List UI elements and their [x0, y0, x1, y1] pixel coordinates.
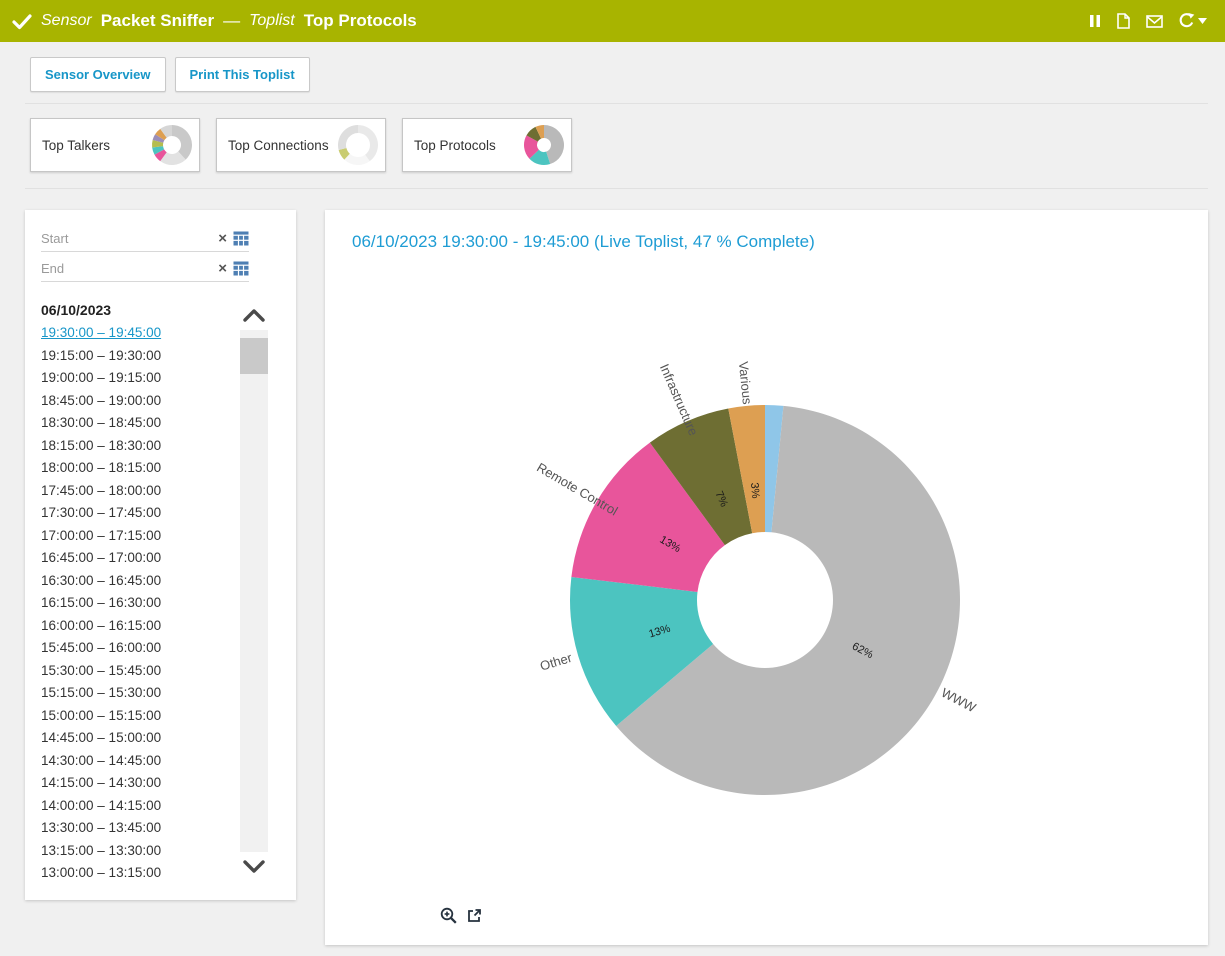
- pie-thumbnail-icon: [151, 124, 193, 166]
- end-calendar-icon[interactable]: [233, 261, 249, 276]
- time-range-item[interactable]: 18:00:00 – 18:15:00: [41, 457, 231, 480]
- start-date-field: ×: [41, 226, 249, 252]
- time-range-item[interactable]: 16:45:00 – 17:00:00: [41, 547, 231, 570]
- open-in-new-window-icon[interactable]: [467, 908, 482, 923]
- time-filter-panel: × × 06/10/2023 19:30:00 – 19:45:0019:15:…: [25, 210, 296, 900]
- time-range-item[interactable]: 14:15:00 – 14:30:00: [41, 772, 231, 795]
- time-range-item[interactable]: 17:45:00 – 18:00:00: [41, 480, 231, 503]
- toolbar: Sensor Overview Print This Toplist: [30, 57, 310, 92]
- scrollbar-down-button[interactable]: [240, 852, 268, 882]
- tab-top-connections[interactable]: Top Connections: [216, 118, 386, 172]
- page: Sensor Packet Sniffer — Toplist Top Prot…: [0, 0, 1225, 956]
- time-range-item[interactable]: 13:30:00 – 13:45:00: [41, 817, 231, 840]
- chevron-up-icon: [243, 308, 265, 322]
- time-range-item[interactable]: 18:45:00 – 19:00:00: [41, 390, 231, 413]
- tab-label: Top Talkers: [42, 138, 110, 153]
- donut-slice: [358, 125, 378, 161]
- header-actions: [1089, 13, 1207, 29]
- time-range-list: 19:30:00 – 19:45:0019:15:00 – 19:30:0019…: [41, 322, 231, 885]
- time-range-item[interactable]: 15:45:00 – 16:00:00: [41, 637, 231, 660]
- time-range-item[interactable]: 14:45:00 – 15:00:00: [41, 727, 231, 750]
- time-range-item[interactable]: 18:15:00 – 18:30:00: [41, 435, 231, 458]
- divider: [25, 188, 1208, 189]
- donut-slice: [338, 125, 358, 150]
- breadcrumb: Sensor Packet Sniffer — Toplist Top Prot…: [12, 11, 417, 31]
- slice-name-label: Various: [736, 361, 755, 406]
- tab-top-talkers[interactable]: Top Talkers: [30, 118, 200, 172]
- time-range-item[interactable]: 16:00:00 – 16:15:00: [41, 615, 231, 638]
- clear-start-icon[interactable]: ×: [212, 231, 233, 246]
- breadcrumb-separator: —: [223, 11, 240, 31]
- time-range-item[interactable]: 13:00:00 – 13:15:00: [41, 862, 231, 885]
- time-range-item[interactable]: 15:15:00 – 15:30:00: [41, 682, 231, 705]
- end-date-input[interactable]: [41, 261, 212, 276]
- date-heading: 06/10/2023: [41, 302, 111, 318]
- pie-thumbnail-icon: [523, 124, 565, 166]
- time-range-item[interactable]: 16:30:00 – 16:45:00: [41, 570, 231, 593]
- zoom-chart-icon[interactable]: [440, 907, 457, 924]
- end-date-field: ×: [41, 256, 249, 282]
- time-range-item[interactable]: 18:30:00 – 18:45:00: [41, 412, 231, 435]
- chart-title: 06/10/2023 19:30:00 - 19:45:00 (Live Top…: [352, 232, 815, 252]
- protocol-donut-chart: 62%WWW13%Other13%Remote Control7%Infrast…: [325, 265, 1208, 895]
- scrollbar-track[interactable]: [240, 330, 268, 852]
- toplist-chart-panel: 06/10/2023 19:30:00 - 19:45:00 (Live Top…: [325, 210, 1208, 945]
- caret-down-icon: [1198, 18, 1207, 24]
- start-calendar-icon[interactable]: [233, 231, 249, 246]
- time-range-item[interactable]: 13:15:00 – 13:30:00: [41, 840, 231, 863]
- time-range-item[interactable]: 17:00:00 – 17:15:00: [41, 525, 231, 548]
- pie-thumbnail-icon: [337, 124, 379, 166]
- report-icon[interactable]: [1116, 13, 1131, 29]
- clear-end-icon[interactable]: ×: [212, 261, 233, 276]
- sensor-overview-button[interactable]: Sensor Overview: [30, 57, 166, 92]
- sensor-name[interactable]: Packet Sniffer: [101, 11, 214, 31]
- time-list-scrollbar: [240, 300, 268, 882]
- time-range-item[interactable]: 19:00:00 – 19:15:00: [41, 367, 231, 390]
- slice-name-label: WWW: [939, 685, 979, 716]
- pause-icon[interactable]: [1089, 14, 1101, 28]
- breadcrumb-toplist-label: Toplist: [249, 12, 295, 30]
- chevron-down-icon: [243, 860, 265, 874]
- time-range-item[interactable]: 19:15:00 – 19:30:00: [41, 345, 231, 368]
- tab-top-protocols[interactable]: Top Protocols: [402, 118, 572, 172]
- email-icon[interactable]: [1146, 15, 1163, 28]
- time-range-item[interactable]: 14:00:00 – 14:15:00: [41, 795, 231, 818]
- toplist-tabs: Top Talkers Top Connections Top Protocols: [30, 118, 572, 172]
- chart-actions: [440, 907, 482, 924]
- check-icon: [12, 13, 32, 30]
- divider: [25, 103, 1208, 104]
- time-range-item[interactable]: 15:00:00 – 15:15:00: [41, 705, 231, 728]
- header-bar: Sensor Packet Sniffer — Toplist Top Prot…: [0, 0, 1225, 42]
- page-title: Top Protocols: [304, 11, 417, 31]
- time-range-item[interactable]: 16:15:00 – 16:30:00: [41, 592, 231, 615]
- time-range-item[interactable]: 17:30:00 – 17:45:00: [41, 502, 231, 525]
- breadcrumb-sensor-label: Sensor: [41, 12, 92, 30]
- scrollbar-up-button[interactable]: [240, 300, 268, 330]
- slice-percent-label: 3%: [748, 482, 761, 499]
- refresh-icon: [1178, 13, 1195, 29]
- tab-label: Top Connections: [228, 138, 329, 153]
- time-range-item[interactable]: 19:30:00 – 19:45:00: [41, 322, 231, 345]
- refresh-button[interactable]: [1178, 13, 1207, 29]
- tab-label: Top Protocols: [414, 138, 496, 153]
- slice-name-label: Other: [538, 650, 574, 674]
- time-range-item[interactable]: 14:30:00 – 14:45:00: [41, 750, 231, 773]
- time-range-item[interactable]: 15:30:00 – 15:45:00: [41, 660, 231, 683]
- scrollbar-thumb[interactable]: [240, 338, 268, 374]
- start-date-input[interactable]: [41, 231, 212, 246]
- print-toplist-button[interactable]: Print This Toplist: [175, 57, 310, 92]
